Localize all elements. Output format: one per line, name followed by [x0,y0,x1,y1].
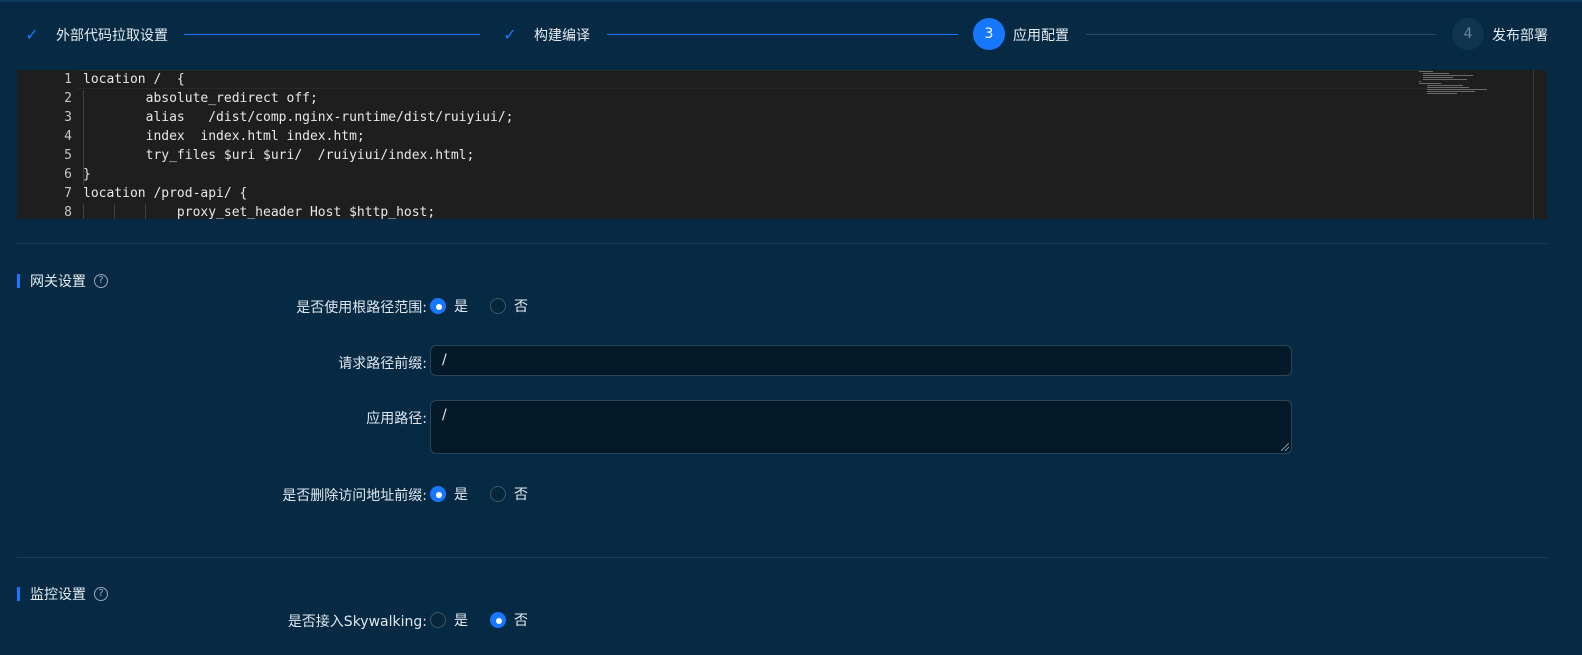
line-number: 7 [64,186,72,201]
section-accent-bar [17,587,20,601]
strip-prefix-label: 是否删除访问地址前缀: [282,488,427,504]
use-root-option-yes[interactable]: 是 [430,296,468,316]
section-divider [17,243,1547,244]
gateway-title-text: 网关设置 [30,274,86,290]
step-3-label[interactable]: 应用配置 [1013,25,1069,45]
code-line[interactable]: location / { [83,72,185,87]
step-2-label[interactable]: 构建编译 [534,25,590,45]
radio-checked-icon[interactable] [430,486,446,502]
code-line[interactable]: alias /dist/comp.nginx-runtime/dist/ruiy… [83,110,514,125]
code-line[interactable]: try_files $uri $uri/ /ruiyiui/index.html… [83,148,475,163]
strip-prefix-option-yes[interactable]: 是 [430,484,468,504]
resize-grip-icon[interactable] [1281,443,1289,451]
steps-bar: ✓ 外部代码拉取设置 ✓ 构建编译 3 应用配置 4 发布部署 [0,0,1582,70]
monitor-title-text: 监控设置 [30,587,86,603]
radio-unchecked-icon[interactable] [490,298,506,314]
step-1-check-icon: ✓ [25,24,39,44]
step-2-connector [607,34,958,35]
section-accent-bar [17,274,20,288]
use-root-option-no[interactable]: 否 [490,296,528,316]
skywalking-option-no[interactable]: 否 [490,610,528,630]
strip-prefix-radio-group: 是 否 [430,484,550,504]
code-line[interactable]: proxy_set_header Host $http_host; [83,205,435,219]
radio-checked-icon[interactable] [490,612,506,628]
line-number: 6 [64,167,72,182]
editor-minimap[interactable] [1417,70,1533,219]
code-line[interactable]: index index.html index.htm; [83,129,365,144]
prefix-label: 请求路径前缀: [338,356,427,372]
step-1-label[interactable]: 外部代码拉取设置 [56,25,168,45]
radio-unchecked-icon[interactable] [490,486,506,502]
step-4-number-icon: 4 [1452,18,1484,50]
code-editor[interactable]: 1 location / { 2 absolute_redirect off; … [17,70,1547,219]
editor-scrollbar[interactable] [1533,70,1534,219]
section-divider [17,557,1547,558]
gateway-section-title: 网关设置 ? [17,271,108,291]
line-number: 4 [64,129,72,144]
code-line[interactable]: absolute_redirect off; [83,91,318,106]
current-line-highlight [77,70,1427,89]
code-line[interactable]: } [83,167,91,182]
help-icon[interactable]: ? [94,587,108,601]
radio-unchecked-icon[interactable] [430,612,446,628]
code-line[interactable]: location /prod-api/ { [83,186,247,201]
skywalking-radio-group: 是 否 [430,610,550,630]
step-2-check-icon: ✓ [503,24,517,44]
line-number: 5 [64,148,72,163]
strip-prefix-option-no[interactable]: 否 [490,484,528,504]
step-3-connector [1086,34,1436,35]
skywalking-option-yes[interactable]: 是 [430,610,468,630]
use-root-label: 是否使用根路径范围: [296,300,427,316]
line-number: 3 [64,110,72,125]
app-path-label: 应用路径: [366,411,427,427]
line-number: 1 [64,72,72,87]
monitor-section-title: 监控设置 ? [17,584,108,604]
radio-checked-icon[interactable] [430,298,446,314]
app-path-textarea[interactable]: / [430,400,1292,454]
help-icon[interactable]: ? [94,274,108,288]
step-3-number-icon: 3 [973,18,1005,50]
app-path-value: / [442,407,447,423]
line-number: 8 [64,205,72,219]
step-1-connector [184,34,480,35]
step-4-label[interactable]: 发布部署 [1492,25,1548,45]
skywalking-label: 是否接入Skywalking: [287,614,427,630]
line-number: 2 [64,91,72,106]
use-root-radio-group: 是 否 [430,296,550,316]
prefix-input[interactable]: / [430,345,1292,376]
